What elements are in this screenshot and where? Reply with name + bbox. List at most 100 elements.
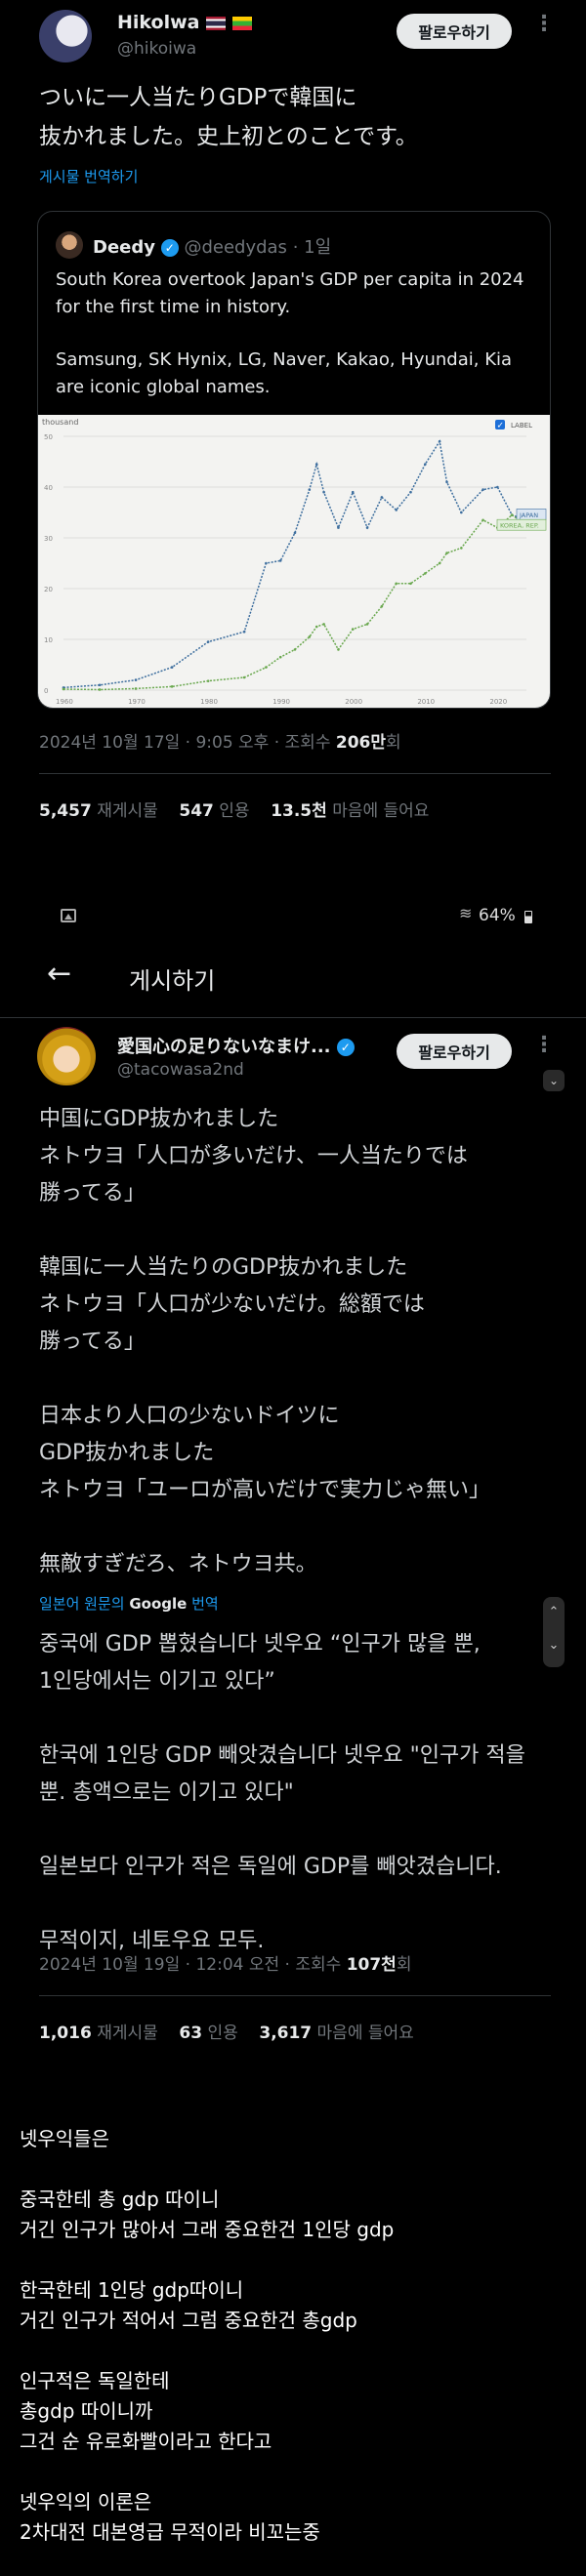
series-line — [63, 513, 527, 691]
post-timestamp[interactable]: 2024년 10월 17일 · 9:05 오후 · 조회수 — [39, 733, 336, 753]
data-point — [206, 640, 210, 643]
data-point — [438, 439, 441, 443]
x-tick-label: 1980 — [200, 698, 218, 706]
y-tick-label: 20 — [44, 586, 53, 593]
reposts-stat[interactable]: 1,016 재게시물 — [39, 2024, 158, 2043]
gallery-icon — [61, 909, 76, 922]
data-point — [308, 488, 312, 491]
likes-count: 3,617 — [259, 2024, 313, 2043]
data-point — [510, 513, 514, 516]
data-point — [293, 648, 297, 651]
scroll-up-icon[interactable]: ⌃ — [543, 1603, 565, 1622]
quote-text-1: South Korea overtook Japan's GDP per cap… — [56, 269, 524, 317]
data-point — [380, 496, 384, 499]
avatar[interactable] — [37, 1027, 96, 1085]
data-point — [170, 666, 174, 669]
x-tick-label: 2020 — [489, 698, 507, 706]
data-point — [409, 490, 412, 494]
x-tick-label: 1990 — [272, 698, 290, 706]
y-tick-label: 10 — [44, 636, 53, 644]
data-point — [351, 490, 355, 494]
quotes-count: 547 — [179, 801, 214, 821]
quote-text-2: Samsung, SK Hynix, LG, Naver, Kakao, Hyu… — [56, 349, 513, 397]
data-point — [170, 685, 174, 688]
series-end-label: JAPAN — [519, 511, 538, 519]
avatar[interactable] — [39, 10, 92, 62]
follow-button[interactable]: 팔로우하기 — [397, 14, 512, 49]
data-point — [460, 511, 463, 514]
data-point — [395, 509, 398, 511]
quotes-stat[interactable]: 547 인용 — [179, 801, 249, 821]
reposts-count: 1,016 — [39, 2024, 92, 2043]
view-count: 206만 — [335, 733, 387, 753]
x-tick-label: 2010 — [417, 698, 435, 706]
quote-time: · 1일 — [292, 237, 332, 258]
data-point — [460, 547, 463, 550]
google-translate-link[interactable]: 일본어 원문의 Google 번역 — [39, 1593, 219, 1614]
data-point — [365, 623, 369, 626]
series-end-label: KOREA, REP. — [500, 522, 539, 530]
data-point — [134, 678, 138, 681]
data-point — [322, 623, 325, 626]
scroll-down-icon[interactable]: ⌄ — [543, 1070, 565, 1091]
back-arrow-icon[interactable]: ← — [47, 960, 71, 989]
handle[interactable]: @tacowasa2nd — [117, 1060, 244, 1080]
quotes-stat[interactable]: 63 인용 — [179, 2024, 237, 2043]
y-tick-label: 0 — [44, 687, 48, 695]
data-point — [445, 552, 448, 554]
translate-post-link[interactable]: 게시물 번역하기 — [39, 166, 138, 186]
follow-button[interactable]: 팔로우하기 — [397, 1034, 512, 1069]
quotes-label: 인용 — [207, 2024, 238, 2043]
divider — [39, 1995, 551, 1996]
data-point — [496, 485, 499, 489]
display-name[interactable]: Hikolwa — [117, 12, 199, 33]
data-point — [98, 688, 102, 691]
quoted-post[interactable]: Deedy ✓ @deedydas · 1일 South Korea overt… — [37, 211, 551, 709]
data-point — [424, 463, 427, 466]
data-point — [365, 526, 369, 529]
chart-y-title: thousand — [42, 418, 78, 427]
data-point — [481, 518, 484, 522]
data-point — [424, 572, 427, 575]
wifi-icon: ≋ — [459, 904, 473, 922]
x-tick-label: 2000 — [345, 698, 362, 706]
post-timestamp[interactable]: 2024년 10월 19일 · 12:04 오전 · 조회수 — [39, 1955, 347, 1975]
data-point — [351, 628, 355, 631]
post-meta: 2024년 10월 19일 · 12:04 오전 · 조회수 107천회 — [39, 1950, 411, 1975]
y-tick-label: 40 — [44, 484, 53, 492]
likes-stat[interactable]: 3,617 마음에 들어요 — [259, 2024, 413, 2043]
likes-stat[interactable]: 13.5천 마음에 들어요 — [271, 801, 429, 821]
data-point — [242, 675, 246, 679]
flag-myanmar-icon — [231, 16, 252, 30]
handle[interactable]: @hikoiwa — [117, 39, 196, 59]
post-stats: 1,016 재게시물 63 인용 3,617 마음에 들어요 — [39, 2019, 414, 2043]
data-point — [206, 679, 210, 682]
battery-text: 64% — [479, 906, 516, 925]
post-meta: 2024년 10월 17일 · 9:05 오후 · 조회수 206만회 — [39, 728, 401, 753]
google-brand: Google — [129, 1595, 188, 1613]
data-point — [409, 582, 412, 586]
quote-handle: @deedydas — [184, 237, 287, 258]
data-point — [438, 561, 441, 565]
page-title: 게시하기 — [129, 967, 216, 995]
x-tick-label: 1960 — [56, 698, 73, 706]
data-point — [322, 490, 325, 494]
translate-suffix: 번역 — [187, 1595, 219, 1613]
legend-check-icon: ✓ — [497, 422, 505, 431]
translated-text: 중국에 GDP 뽑혔습니다 넷우요 “인구가 많을 뿐, 1인당에서는 이기고 … — [39, 1632, 525, 1953]
data-point — [395, 582, 398, 586]
likes-count: 13.5천 — [271, 801, 327, 821]
view-count: 107천 — [346, 1955, 397, 1975]
display-name[interactable]: 愛国心の足りないなまけ... — [117, 1037, 331, 1057]
more-options-icon[interactable]: ⋮ — [533, 1033, 556, 1057]
gdp-chart[interactable]: thousand ✓ LABEL 0 10 20 30 40 50 1960 1970 1980… — [38, 415, 550, 708]
y-tick-label: 50 — [44, 433, 53, 441]
legend-label: LABEL — [511, 422, 532, 429]
post-text: 中国にGDP抜かれました ネトウヨ「人口が多いだけ、一人当たりでは 勝ってる」 … — [39, 1107, 491, 1576]
reposts-label: 재게시물 — [97, 801, 158, 821]
data-point — [278, 559, 282, 562]
more-options-icon[interactable]: ⋮ — [533, 12, 556, 36]
data-point — [265, 666, 268, 669]
data-point — [242, 630, 246, 634]
reposts-stat[interactable]: 5,457 재게시물 — [39, 801, 158, 821]
